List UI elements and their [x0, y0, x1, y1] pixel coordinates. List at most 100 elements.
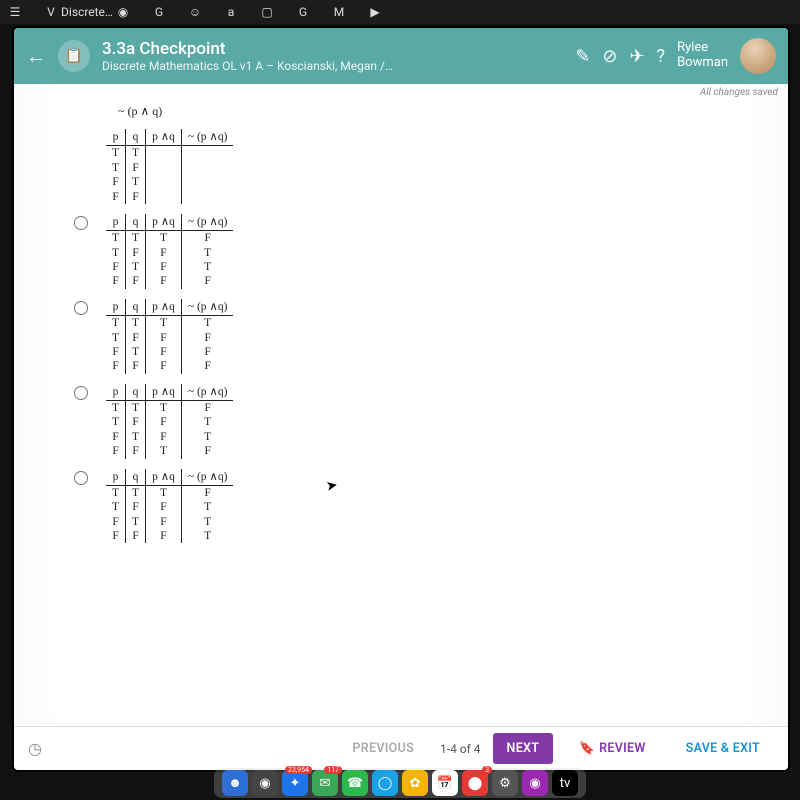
menubar-item-1[interactable]: V: [42, 3, 60, 21]
truth-table-4: pqp ∧q~ (p ∧q)TTTFTFFTFTFTFFFT: [106, 469, 233, 544]
table-cell: T: [146, 485, 182, 500]
menubar-item-8[interactable]: G: [294, 3, 312, 21]
table-cell: T: [106, 246, 126, 260]
table-header: p ∧q: [146, 214, 182, 231]
back-arrow-icon[interactable]: ←: [26, 44, 46, 69]
table-cell: F: [126, 161, 146, 175]
table-row: TF: [106, 161, 233, 175]
table-header: ~ (p ∧q): [181, 129, 233, 146]
mac-dock: ☻◉✦23,954✉117☎◯✿📅⬤3⚙◉tv: [214, 768, 586, 798]
table-cell: T: [146, 316, 182, 331]
app-header: ← 📋 3.3a Checkpoint Discrete Mathematics…: [14, 28, 788, 84]
table-cell: F: [146, 260, 182, 274]
table-cell: T: [126, 515, 146, 529]
dock-app-4[interactable]: ☎: [342, 770, 368, 796]
table-header: q: [126, 469, 146, 486]
table-row: FTFT: [106, 430, 233, 444]
table-cell: F: [146, 529, 182, 543]
table-cell: F: [146, 515, 182, 529]
dock-app-2[interactable]: ✦23,954: [282, 770, 308, 796]
review-button[interactable]: 🔖 REVIEW: [565, 733, 659, 764]
menubar-item-2[interactable]: Discrete…: [78, 3, 96, 21]
menubar-item-0[interactable]: ☰: [6, 3, 24, 21]
table-header: p: [106, 384, 126, 401]
truth-table-2: pqp ∧q~ (p ∧q)TTTTTFFFFTFFFFFF: [106, 299, 233, 374]
table-row: TFFT: [106, 246, 233, 260]
radio-option-2[interactable]: [74, 301, 88, 315]
question-content: ~ (p ∧ q) pqp ∧q~ (p ∧q)TTTFFTFFpqp ∧q~ …: [14, 98, 788, 726]
dock-app-5[interactable]: ◯: [372, 770, 398, 796]
help-icon[interactable]: ?: [657, 46, 666, 67]
edit-icon[interactable]: ✎: [575, 46, 590, 67]
clock-icon[interactable]: ◷: [28, 739, 42, 758]
dock-app-6[interactable]: ✿: [402, 770, 428, 796]
dock-app-1[interactable]: ◉: [252, 770, 278, 796]
next-button[interactable]: NEXT: [493, 733, 554, 764]
dock-badge: 23,954: [285, 766, 312, 774]
table-cell: T: [181, 260, 233, 274]
save-status: All changes saved: [14, 84, 788, 98]
dock-app-7[interactable]: 📅: [432, 770, 458, 796]
answer-option-3[interactable]: pqp ∧q~ (p ∧q)TTTFTFFTFTFTFFTF: [114, 384, 728, 459]
table-cell: F: [106, 430, 126, 444]
menubar-item-6[interactable]: a: [222, 3, 240, 21]
answer-option-0[interactable]: pqp ∧q~ (p ∧q)TTTFFTFF: [114, 129, 728, 204]
table-cell: T: [181, 529, 233, 543]
table-cell: [181, 161, 233, 175]
table-row: TTTT: [106, 316, 233, 331]
dock-app-8[interactable]: ⬤3: [462, 770, 488, 796]
table-cell: F: [106, 175, 126, 189]
table-cell: F: [126, 246, 146, 260]
menubar-item-7[interactable]: ▢: [258, 3, 276, 21]
table-cell: T: [106, 500, 126, 514]
table-row: FTFT: [106, 515, 233, 529]
radio-option-3[interactable]: [74, 386, 88, 400]
send-icon[interactable]: ✈: [629, 46, 644, 67]
table-cell: F: [181, 331, 233, 345]
menubar-item-3[interactable]: ◉: [114, 3, 132, 21]
answer-option-1[interactable]: pqp ∧q~ (p ∧q)TTTFTFFTFTFTFFFF: [114, 214, 728, 289]
table-cell: F: [126, 359, 146, 373]
menubar-item-9[interactable]: M: [330, 3, 348, 21]
menubar-item-10[interactable]: ▶: [366, 3, 384, 21]
table-cell: [146, 146, 182, 161]
dock-app-10[interactable]: ◉: [522, 770, 548, 796]
table-cell: F: [146, 500, 182, 514]
dock-app-3[interactable]: ✉117: [312, 770, 338, 796]
table-cell: F: [106, 529, 126, 543]
truth-table-0: pqp ∧q~ (p ∧q)TTTFFTFF: [106, 129, 233, 204]
dock-app-11[interactable]: tv: [552, 770, 578, 796]
page-indicator: 1-4 of 4: [440, 742, 481, 756]
save-exit-button[interactable]: SAVE & EXIT: [672, 733, 774, 764]
table-header: q: [126, 129, 146, 146]
table-header: p ∧q: [146, 384, 182, 401]
table-cell: [181, 175, 233, 189]
previous-button[interactable]: PREVIOUS: [338, 733, 428, 764]
dock-badge: 117: [324, 766, 342, 774]
table-cell: F: [146, 331, 182, 345]
dock-app-9[interactable]: ⚙: [492, 770, 518, 796]
table-cell: F: [106, 260, 126, 274]
block-icon[interactable]: ⊘: [602, 46, 617, 67]
table-cell: F: [181, 359, 233, 373]
menubar-item-5[interactable]: ☺: [186, 3, 204, 21]
table-header: p: [106, 469, 126, 486]
avatar[interactable]: [740, 38, 776, 74]
answer-option-2[interactable]: pqp ∧q~ (p ∧q)TTTTTFFFFTFFFFFF: [114, 299, 728, 374]
table-cell: T: [146, 401, 182, 416]
answer-option-4[interactable]: pqp ∧q~ (p ∧q)TTTFTFFTFTFTFFFT: [114, 469, 728, 544]
menubar-item-4[interactable]: G: [150, 3, 168, 21]
table-cell: T: [126, 401, 146, 416]
dock-app-0[interactable]: ☻: [222, 770, 248, 796]
truth-table-1: pqp ∧q~ (p ∧q)TTTFTFFTFTFTFFFF: [106, 214, 233, 289]
truth-table-3: pqp ∧q~ (p ∧q)TTTFTFFTFTFTFFTF: [106, 384, 233, 459]
radio-option-4[interactable]: [74, 471, 88, 485]
table-row: TFFT: [106, 500, 233, 514]
table-header: p ∧q: [146, 129, 182, 146]
radio-option-1[interactable]: [74, 216, 88, 230]
table-cell: T: [106, 331, 126, 345]
table-header: q: [126, 214, 146, 231]
table-header: p: [106, 299, 126, 316]
table-row: TT: [106, 146, 233, 161]
table-header: p: [106, 129, 126, 146]
